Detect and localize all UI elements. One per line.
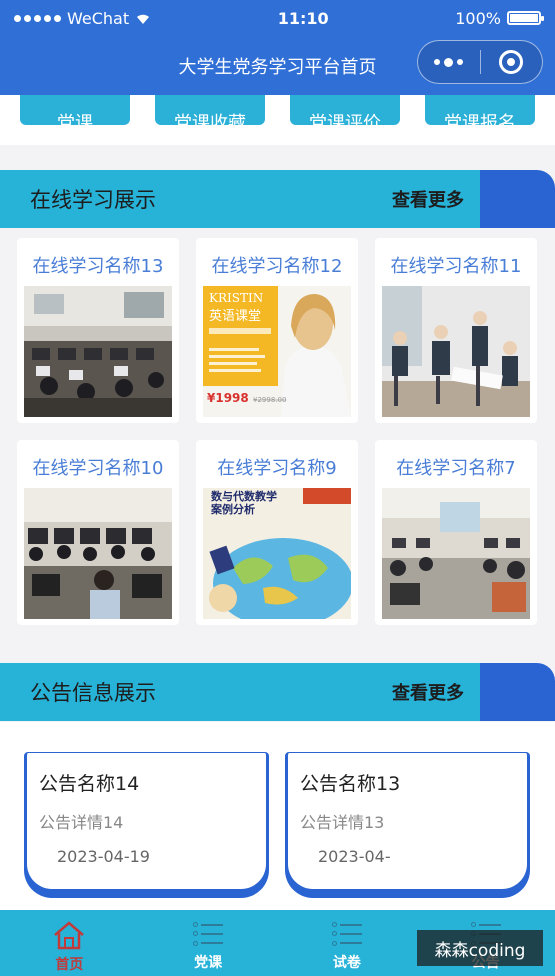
- learning-card-title: 在线学习名称10: [32, 458, 164, 479]
- more-button[interactable]: [418, 41, 480, 83]
- learning-section-title: 在线学习展示: [30, 188, 156, 212]
- learning-card-image: KRISTIN 英语课堂 ¥1998 ¥2998.00: [203, 286, 351, 417]
- learning-card-title: 在线学习名称7: [396, 458, 516, 479]
- poster-price: ¥1998: [207, 391, 249, 405]
- learning-card-image: [382, 286, 530, 417]
- tab-home[interactable]: 首页: [0, 910, 139, 976]
- learning-card[interactable]: 在线学习名称13: [17, 238, 179, 423]
- tab-label: 试卷: [332, 955, 361, 971]
- category-button-favorites[interactable]: 党课收藏: [155, 95, 265, 125]
- page-title: 大学生党务学习平台首页: [178, 56, 377, 78]
- learning-section-header: 在线学习展示 查看更多: [0, 170, 555, 228]
- english-class-poster: KRISTIN 英语课堂 ¥1998 ¥2998.00: [203, 286, 351, 417]
- category-button-review[interactable]: 党课评价: [290, 95, 400, 125]
- learning-header-bar: 在线学习展示 查看更多: [0, 170, 480, 228]
- notice-date: 2023-04-19: [57, 847, 150, 866]
- battery-group: 100%: [455, 8, 544, 28]
- target-icon: [499, 50, 524, 74]
- notice-card[interactable]: 公告名称13 公告详情13 2023-04-: [285, 752, 530, 892]
- status-bar: WeChat 11:10 100%: [0, 0, 555, 36]
- category-button-signup[interactable]: 党课报名: [425, 95, 535, 125]
- learning-card-title: 在线学习名称11: [390, 256, 522, 277]
- tab-exams[interactable]: 试卷: [278, 910, 417, 976]
- top-bar: WeChat 11:10 100% 大学生党务学习平台首页: [0, 0, 555, 95]
- more-dots-icon: [434, 57, 464, 67]
- learning-card-image: 数与代数教学案例分析: [203, 488, 351, 619]
- nav-bar: 大学生党务学习平台首页: [0, 36, 555, 95]
- learning-card-image: [24, 286, 172, 417]
- poster-brand: KRISTIN: [209, 291, 263, 305]
- learning-card[interactable]: 在线学习名称12 KRISTIN 英语课堂 ¥1998 ¥2998.00: [196, 238, 358, 423]
- learning-card[interactable]: 在线学习名称11: [375, 238, 537, 423]
- mini-program-capsule: [417, 40, 543, 84]
- battery-icon: [507, 11, 544, 25]
- tab-courses[interactable]: 党课: [139, 910, 278, 976]
- category-button-dangke[interactable]: 党课: [20, 95, 130, 125]
- learning-more-link[interactable]: 查看更多: [392, 186, 464, 212]
- wifi-icon: [137, 14, 150, 24]
- close-miniprogram-button[interactable]: [481, 41, 543, 83]
- learning-card-title: 在线学习名称13: [32, 256, 164, 277]
- carrier-group: WeChat: [14, 9, 151, 28]
- notice-title: 公告名称13: [300, 773, 401, 795]
- clock: 11:10: [277, 8, 329, 28]
- category-label: 党课: [57, 113, 93, 125]
- poster-old-price: ¥2998.00: [253, 396, 286, 404]
- battery-percent: 100%: [455, 8, 501, 28]
- computer-lab-photo: [382, 488, 530, 619]
- header-accent: [480, 170, 555, 228]
- header-accent: [480, 663, 555, 721]
- notice-header-bar: 公告信息展示 查看更多: [0, 663, 480, 721]
- home-icon: [54, 921, 85, 950]
- list-icon: [193, 920, 224, 948]
- notice-detail: 公告详情14: [39, 813, 124, 832]
- math-book-cover: 数与代数教学案例分析: [203, 488, 351, 619]
- learning-card-image: [24, 488, 172, 619]
- notice-title: 公告名称14: [39, 773, 140, 795]
- category-label: 党课评价: [309, 113, 381, 125]
- learning-card-title: 在线学习名称9: [217, 458, 337, 479]
- notice-more-link[interactable]: 查看更多: [392, 679, 464, 705]
- learning-card[interactable]: 在线学习名称9 数与代数教学案例分析: [196, 440, 358, 625]
- notice-date: 2023-04-: [318, 847, 391, 866]
- learning-card-image: [382, 488, 530, 619]
- notice-list: 公告名称14 公告详情14 2023-04-19 公告名称13 公告详情13 2…: [0, 722, 555, 912]
- list-icon: [331, 920, 362, 948]
- watermark: 森森coding: [417, 930, 543, 966]
- learning-card[interactable]: 在线学习名称7: [375, 440, 537, 625]
- notice-card[interactable]: 公告名称14 公告详情14 2023-04-19: [24, 752, 269, 892]
- tab-label: 党课: [194, 955, 223, 971]
- tab-label: 首页: [55, 957, 84, 973]
- category-label: 党课报名: [444, 113, 516, 125]
- carrier-label: WeChat: [67, 8, 130, 28]
- learning-card-title: 在线学习名称12: [211, 256, 343, 277]
- category-row: 党课 党课收藏 党课评价 党课报名: [0, 95, 555, 145]
- poster-title: 英语课堂: [209, 309, 261, 324]
- computer-lab-photo: [24, 488, 172, 619]
- computer-lab-photo: [24, 286, 172, 417]
- notice-section-header: 公告信息展示 查看更多: [0, 663, 555, 721]
- category-label: 党课收藏: [174, 113, 246, 125]
- notice-section-title: 公告信息展示: [30, 681, 156, 705]
- signal-dots-icon: [14, 14, 61, 22]
- notice-detail: 公告详情13: [300, 813, 385, 832]
- students-study-photo: [382, 286, 530, 417]
- learning-card[interactable]: 在线学习名称10: [17, 440, 179, 625]
